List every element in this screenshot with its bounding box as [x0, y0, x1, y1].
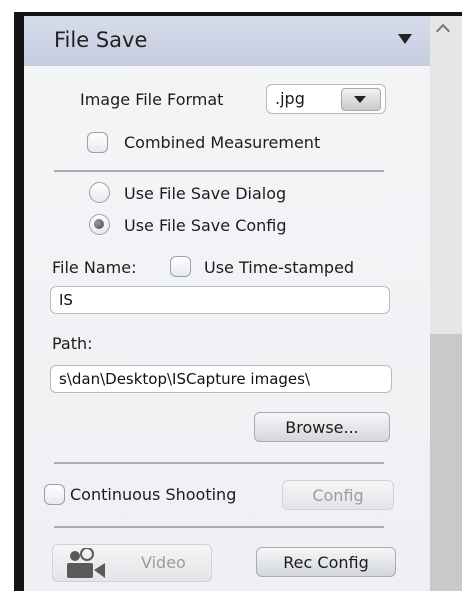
file-save-panel: File Save Image File Format .jpg Combine… — [24, 16, 430, 591]
dropdown-arrow-icon[interactable] — [341, 88, 381, 111]
combined-measurement-checkbox[interactable] — [87, 132, 108, 153]
use-file-save-dialog-radio[interactable] — [89, 182, 110, 203]
vertical-scrollbar[interactable] — [430, 16, 462, 591]
divider — [54, 526, 384, 528]
file-name-input[interactable]: IS — [50, 286, 390, 314]
file-name-label: File Name: — [52, 258, 137, 277]
video-camera-icon — [67, 548, 105, 578]
image-format-value: .jpg — [275, 89, 305, 108]
continuous-shooting-label: Continuous Shooting — [70, 485, 237, 504]
video-button[interactable]: Video — [52, 544, 212, 582]
panel-header[interactable]: File Save — [24, 16, 430, 66]
continuous-shooting-checkbox[interactable] — [44, 484, 65, 505]
image-format-label: Image File Format — [80, 90, 224, 109]
scrollbar-thumb[interactable] — [430, 334, 462, 591]
use-file-save-config-label: Use File Save Config — [124, 216, 287, 235]
use-file-save-dialog-label: Use File Save Dialog — [124, 184, 287, 203]
use-time-stamped-label: Use Time-stamped — [204, 258, 355, 277]
divider — [54, 462, 384, 464]
panel-title: File Save — [54, 28, 148, 52]
scroll-up-icon[interactable] — [438, 24, 450, 36]
path-input[interactable]: s\dan\Desktop\ISCapture images\ — [50, 365, 392, 393]
continuous-config-button[interactable]: Config — [282, 480, 394, 510]
browse-button[interactable]: Browse... — [254, 412, 390, 442]
video-label: Video — [141, 553, 186, 572]
path-label: Path: — [52, 334, 93, 353]
use-file-save-config-radio[interactable] — [89, 214, 110, 235]
use-time-stamped-checkbox[interactable] — [170, 256, 191, 277]
collapse-arrow-icon[interactable] — [398, 34, 412, 44]
divider — [54, 170, 384, 172]
image-format-select[interactable]: .jpg — [266, 84, 386, 114]
combined-measurement-label: Combined Measurement — [124, 133, 321, 152]
rec-config-button[interactable]: Rec Config — [256, 547, 396, 577]
